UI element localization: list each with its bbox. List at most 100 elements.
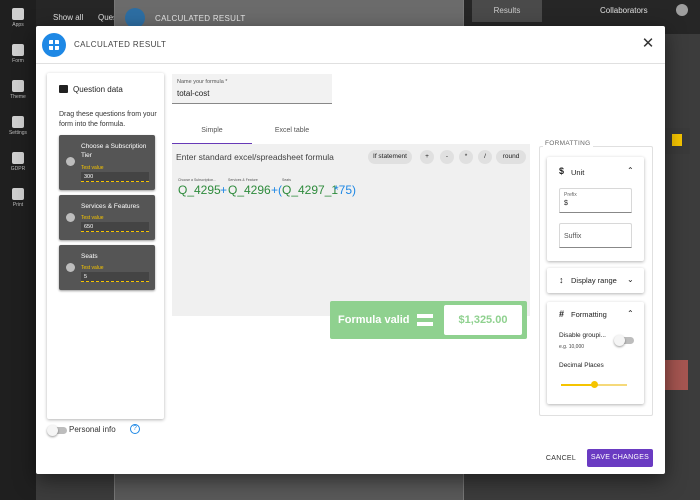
question-label: Seats	[81, 253, 98, 260]
background-element	[662, 360, 688, 390]
formula-name-label: Name your formula *	[177, 79, 228, 85]
dollar-icon: $	[559, 166, 565, 176]
test-value-label: Test value	[81, 215, 104, 221]
close-icon[interactable]: ✕	[640, 36, 656, 52]
personal-info-row: Personal info ?	[47, 424, 167, 438]
token-caption: Choose a Subscription...	[178, 178, 217, 182]
apps-icon	[12, 8, 24, 20]
test-value-input[interactable]: 300	[81, 172, 149, 182]
rail-item-settings[interactable]: Settings	[0, 116, 36, 136]
question-data-help: Drag these questions from your form into…	[59, 111, 157, 128]
token-caption: Services & Feature	[228, 178, 258, 182]
gear-icon	[12, 116, 24, 128]
calculated-result-dialog: CALCULATED RESULT ✕ Question data Drag t…	[36, 26, 665, 474]
question-card-subscription[interactable]: Choose a Subscription Tier Test value 30…	[59, 135, 155, 190]
calculator-icon	[125, 8, 145, 28]
avatar[interactable]	[676, 4, 688, 16]
formatting-title: Formatting	[571, 310, 607, 319]
token-text: Q_4297_1	[282, 183, 339, 197]
token-text: Q_4296	[228, 183, 271, 197]
calculator-icon	[672, 134, 682, 146]
dialog-header: CALCULATED RESULT ✕	[36, 26, 665, 64]
decimal-places-label: Decimal Places	[559, 362, 604, 369]
hash-icon: #	[559, 309, 565, 319]
unit-section: $ Unit ⌃ Prefix $ Suffix	[547, 157, 644, 261]
slider-thumb[interactable]	[590, 381, 598, 388]
formatting-section: # Formatting ⌃ Disable groupi... e.g. 10…	[547, 302, 644, 404]
cancel-button[interactable]: CANCEL	[541, 451, 581, 467]
chevron-down-icon[interactable]: ⌄	[627, 275, 634, 284]
form-icon	[12, 44, 24, 56]
chat-icon	[59, 85, 68, 93]
chevron-up-icon[interactable]: ⌃	[627, 309, 634, 318]
prefix-field[interactable]: Prefix $	[559, 188, 632, 213]
rail-item-theme[interactable]: Theme	[0, 80, 36, 100]
question-label: Services & Features	[81, 203, 140, 210]
display-range-title: Display range	[571, 276, 617, 285]
if-statement-button[interactable]: If statement	[368, 150, 412, 164]
calculator-icon	[42, 33, 66, 57]
formula-editor[interactable]: Enter standard excel/spreadsheet formula…	[172, 144, 530, 339]
disable-grouping-toggle[interactable]	[614, 335, 634, 346]
left-rail: Apps Form Theme Settings GDPR Print	[0, 0, 36, 500]
question-card-services[interactable]: Services & Features Test value 650	[59, 195, 155, 240]
prefix-input[interactable]: $	[564, 200, 568, 207]
tab-excel-table[interactable]: Excel table	[252, 123, 332, 145]
drag-handle[interactable]	[66, 213, 75, 222]
palette-icon	[12, 80, 24, 92]
chevron-up-icon[interactable]: ⌃	[627, 166, 634, 175]
help-icon[interactable]: ?	[130, 424, 140, 434]
personal-info-toggle[interactable]	[47, 425, 67, 436]
round-button[interactable]: round	[496, 150, 526, 164]
collaborators-button[interactable]: Collaborators	[600, 6, 648, 15]
dialog-title: CALCULATED RESULT	[74, 40, 167, 49]
question-data-heading: Question data	[59, 85, 123, 94]
test-value-input[interactable]: 650	[81, 222, 149, 232]
decimal-places-slider[interactable]	[561, 381, 627, 388]
minus-button[interactable]: -	[440, 150, 454, 164]
results-tab[interactable]: Results	[472, 0, 542, 22]
drag-handle[interactable]	[66, 157, 75, 166]
rail-item-form[interactable]: Form	[0, 44, 36, 64]
top-tab-show-all[interactable]: Show all	[53, 13, 83, 22]
suffix-input[interactable]: Suffix	[564, 233, 581, 240]
formula-operator: +	[220, 183, 228, 197]
plus-button[interactable]: +	[420, 150, 434, 164]
formula-valid-banner: Formula valid $1,325.00	[330, 301, 527, 339]
formula-tabs: Simple Excel table	[172, 123, 332, 145]
suffix-field[interactable]: Suffix	[559, 223, 632, 248]
formatting-legend: FORMATTING	[543, 140, 593, 147]
grouping-hint: e.g. 10,000	[559, 344, 585, 350]
save-changes-button[interactable]: SAVE CHANGES	[587, 449, 653, 467]
shield-icon	[12, 152, 24, 164]
formula-name-input[interactable]: total-cost	[177, 89, 209, 98]
slider-fill	[561, 384, 594, 386]
test-value-label: Test value	[81, 265, 104, 271]
background-widget	[664, 128, 690, 154]
prefix-label: Prefix	[564, 192, 577, 198]
display-range-section[interactable]: ↕ Display range ⌄	[547, 268, 644, 293]
tab-simple[interactable]: Simple	[172, 123, 252, 145]
formula-valid-label: Formula valid	[338, 314, 410, 326]
background-panel-title: CALCULATED RESULT	[155, 14, 246, 23]
formula-operator: *75)	[334, 183, 357, 197]
rail-item-apps[interactable]: Apps	[0, 8, 36, 28]
unit-title: Unit	[571, 168, 585, 177]
rail-item-gdpr[interactable]: GDPR	[0, 152, 36, 172]
print-icon	[12, 188, 24, 200]
personal-info-label: Personal info	[69, 425, 116, 434]
token-text: Q_4295	[178, 183, 221, 197]
formula-placeholder: Enter standard excel/spreadsheet formula	[176, 152, 334, 162]
question-data-panel: Question data Drag these questions from …	[47, 73, 164, 419]
test-value-label: Test value	[81, 165, 104, 171]
question-card-seats[interactable]: Seats Test value 5	[59, 245, 155, 290]
formula-name-field[interactable]: Name your formula * total-cost	[172, 74, 332, 104]
divide-button[interactable]: /	[478, 150, 492, 164]
token-caption: Seats	[282, 178, 291, 182]
question-label: Choose a Subscription Tier	[81, 143, 147, 159]
multiply-button[interactable]: *	[459, 150, 473, 164]
formula-operator: +(	[271, 183, 283, 197]
rail-item-print[interactable]: Print	[0, 188, 36, 208]
test-value-input[interactable]: 5	[81, 272, 149, 282]
drag-handle[interactable]	[66, 263, 75, 272]
